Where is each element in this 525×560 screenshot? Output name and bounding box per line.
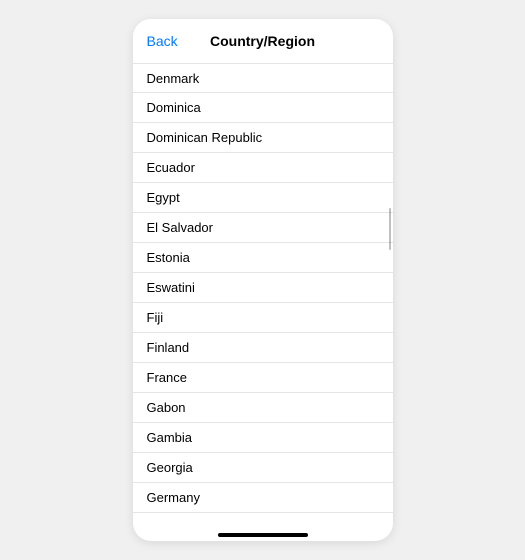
list-item-label: Estonia [147, 250, 190, 265]
list-item-label: Egypt [147, 190, 180, 205]
list-item[interactable]: Germany [133, 483, 393, 513]
list-item-label: Fiji [147, 310, 164, 325]
back-button[interactable]: Back [147, 33, 178, 49]
list-item[interactable]: Dominican Republic [133, 123, 393, 153]
list-item[interactable]: Eswatini [133, 273, 393, 303]
list-item-label: Dominica [147, 100, 201, 115]
list-item-label: Dominican Republic [147, 130, 263, 145]
phone-frame: Back Country/Region Denmark Dominica Dom… [133, 19, 393, 541]
nav-bar: Back Country/Region [133, 19, 393, 63]
list-item[interactable]: Estonia [133, 243, 393, 273]
list-item[interactable]: France [133, 363, 393, 393]
list-item[interactable]: Ecuador [133, 153, 393, 183]
list-item-label: Gabon [147, 400, 186, 415]
list-item[interactable]: El Salvador [133, 213, 393, 243]
list-item[interactable]: Dominica [133, 93, 393, 123]
list-item-label: Finland [147, 340, 190, 355]
list-item[interactable]: Egypt [133, 183, 393, 213]
list-item-label: El Salvador [147, 220, 213, 235]
list-item[interactable]: Denmark [133, 63, 393, 93]
list-item[interactable]: Gabon [133, 393, 393, 423]
list-item-label: Georgia [147, 460, 193, 475]
page-title: Country/Region [210, 33, 315, 49]
list-item-label: Gambia [147, 430, 193, 445]
list-item-label: Denmark [147, 71, 200, 86]
list-item[interactable]: Georgia [133, 453, 393, 483]
list-item[interactable]: Fiji [133, 303, 393, 333]
list-item-label: Eswatini [147, 280, 195, 295]
country-list[interactable]: Denmark Dominica Dominican Republic Ecua… [133, 63, 393, 541]
home-indicator [218, 533, 308, 537]
scroll-indicator [389, 208, 391, 250]
list-item-label: Germany [147, 490, 200, 505]
list-item-label: Ecuador [147, 160, 195, 175]
list-item[interactable]: Finland [133, 333, 393, 363]
list-item-label: France [147, 370, 187, 385]
list-item[interactable]: Gambia [133, 423, 393, 453]
